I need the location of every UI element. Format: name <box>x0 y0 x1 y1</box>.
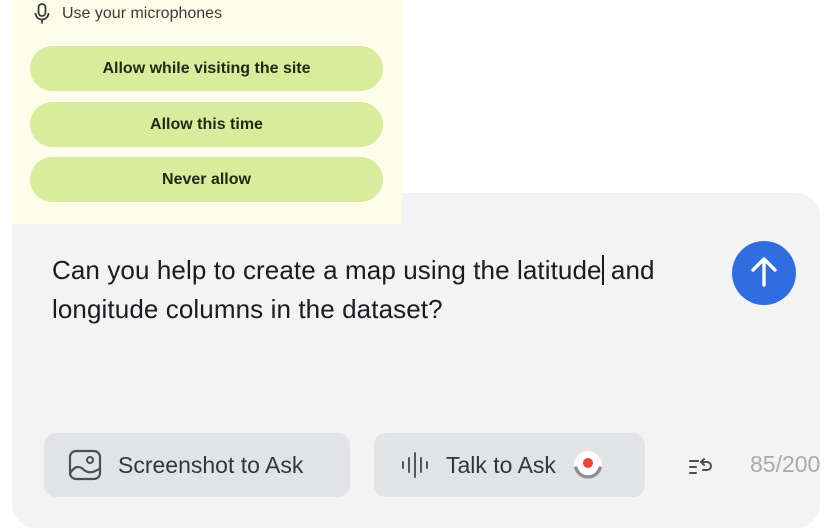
permission-header: Use your microphones <box>34 2 222 26</box>
waveform-icon <box>400 451 430 479</box>
history-list-icon[interactable] <box>688 455 712 479</box>
character-count: 85/2000 <box>750 451 820 477</box>
screenshot-to-ask-button[interactable]: Screenshot to Ask <box>44 433 350 497</box>
never-allow-button[interactable]: Never allow <box>30 157 383 202</box>
microphone-permission-popup: Use your microphones Allow while visitin… <box>12 0 402 224</box>
talk-to-ask-label: Talk to Ask <box>446 451 556 478</box>
microphone-icon <box>34 3 50 25</box>
chat-input-panel: Can you help to create a map using the l… <box>12 193 820 528</box>
record-indicator-icon <box>572 449 604 481</box>
permission-title: Use your microphones <box>62 5 223 22</box>
send-button[interactable] <box>732 241 796 305</box>
prompt-text-before-caret: Can you help to create a map using the l… <box>52 255 602 285</box>
prompt-textarea[interactable]: Can you help to create a map using the l… <box>52 251 692 329</box>
allow-while-visiting-button[interactable]: Allow while visiting the site <box>30 46 383 91</box>
allow-this-time-button[interactable]: Allow this time <box>30 102 383 147</box>
screenshot-to-ask-label: Screenshot to Ask <box>118 451 304 478</box>
talk-to-ask-button[interactable]: Talk to Ask <box>374 433 645 497</box>
image-icon <box>68 449 102 481</box>
arrow-up-icon <box>749 256 779 291</box>
